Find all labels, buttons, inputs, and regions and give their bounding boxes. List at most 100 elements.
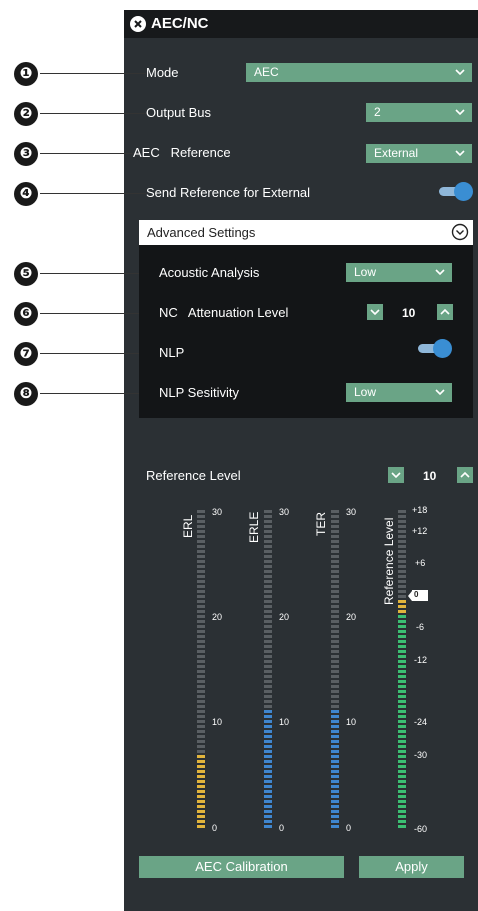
chevron-up-icon — [440, 308, 450, 315]
meter-segment — [398, 745, 406, 748]
reference-tick: +6 — [415, 558, 426, 568]
aec-calibration-button[interactable]: AEC Calibration — [139, 856, 344, 878]
nlp-sensitivity-value: Low — [354, 385, 377, 399]
chevron-down-icon — [455, 109, 465, 116]
meter-segment — [264, 785, 272, 788]
advanced-settings-title: Advanced Settings — [147, 225, 256, 240]
toggle-knob — [433, 339, 452, 358]
meter-segment — [264, 705, 272, 708]
meter-segment — [264, 610, 272, 613]
meter-segment — [398, 695, 406, 698]
nlp-sensitivity-select[interactable]: Low — [346, 383, 452, 402]
meter-segment — [264, 525, 272, 528]
nc-decrease-button[interactable] — [367, 304, 383, 320]
meter-segment — [331, 670, 339, 673]
meter-segment — [264, 520, 272, 523]
meter-segment — [197, 680, 205, 683]
meter-segment — [331, 585, 339, 588]
reference-tick: -24 — [414, 717, 428, 727]
meter-segment — [398, 685, 406, 688]
aec-reference-select[interactable]: External — [366, 144, 472, 163]
meter-segment — [331, 665, 339, 668]
meter-segment — [264, 595, 272, 598]
meter-segment — [264, 615, 272, 618]
leader-line — [40, 113, 146, 114]
reference-tick: -60 — [414, 824, 428, 834]
meter-segment — [398, 815, 406, 818]
meter-segment — [331, 540, 339, 543]
acoustic-analysis-select[interactable]: Low — [346, 263, 452, 282]
meter-segment — [398, 700, 406, 703]
meter-segment — [197, 690, 205, 693]
send-reference-label: Send Reference for External — [146, 185, 311, 200]
meter-segment — [197, 740, 205, 743]
meter-segment — [264, 775, 272, 778]
meter-segment — [264, 750, 272, 753]
meter-segment — [331, 555, 339, 558]
close-icon[interactable] — [130, 16, 146, 32]
meter-segment — [398, 615, 406, 618]
meter-segment — [398, 735, 406, 738]
ter-tick: 20 — [346, 612, 357, 622]
collapse-chevron-icon[interactable] — [451, 223, 469, 241]
meter-segment — [331, 530, 339, 533]
meter-segment — [398, 665, 406, 668]
meter-segment — [398, 755, 406, 758]
mode-select[interactable]: AEC — [246, 63, 472, 82]
meter-segment — [264, 710, 272, 713]
meter-segment — [264, 645, 272, 648]
aec-reference-label: AEC Reference — [133, 145, 231, 160]
meter-segment — [197, 785, 205, 788]
output-bus-select[interactable]: 2 — [366, 103, 472, 122]
meter-segment — [197, 760, 205, 763]
chevron-down-icon — [391, 472, 401, 479]
nc-increase-button[interactable] — [437, 304, 453, 320]
apply-button[interactable]: Apply — [359, 856, 464, 878]
erl-meter-label: ERL — [181, 514, 195, 538]
meter-segment — [331, 525, 339, 528]
meter-segment — [264, 760, 272, 763]
meter-segment — [197, 815, 205, 818]
meter-segment — [331, 520, 339, 523]
meter-segment — [264, 665, 272, 668]
meter-segment — [264, 685, 272, 688]
erle-tick: 10 — [279, 717, 290, 727]
meter-segment — [398, 675, 406, 678]
advanced-settings-header[interactable]: Advanced Settings — [139, 220, 473, 245]
meter-segment — [398, 550, 406, 553]
nlp-toggle[interactable] — [418, 339, 452, 358]
reference-decrease-button[interactable] — [388, 467, 404, 483]
mode-label: Mode — [146, 65, 179, 80]
meter-segment — [197, 550, 205, 553]
meter-segment — [264, 640, 272, 643]
nc-attenuation-value: 10 — [402, 306, 416, 320]
reference-tick: 0 — [414, 590, 419, 599]
meter-segment — [331, 675, 339, 678]
window-title: AEC/NC — [151, 15, 209, 32]
chevron-down-icon — [435, 389, 445, 396]
meter-segment — [264, 725, 272, 728]
erle-tick: 0 — [279, 823, 285, 833]
mode-value: AEC — [254, 65, 279, 79]
meter-segment — [197, 810, 205, 813]
meter-segment — [264, 605, 272, 608]
send-reference-toggle[interactable] — [439, 182, 473, 201]
meter-segment — [398, 630, 406, 633]
reference-level-meter — [398, 510, 406, 830]
reference-tick: -30 — [414, 750, 428, 760]
meter-segment — [264, 690, 272, 693]
meter-segment — [331, 730, 339, 733]
meter-segment — [197, 560, 205, 563]
meter-segment — [331, 720, 339, 723]
chevron-up-icon — [460, 471, 470, 478]
meter-segment — [197, 730, 205, 733]
meter-segment — [197, 755, 205, 758]
meter-segment — [398, 715, 406, 718]
meter-segment — [264, 545, 272, 548]
meter-segment — [398, 580, 406, 583]
meter-segment — [331, 635, 339, 638]
reference-increase-button[interactable] — [457, 467, 473, 483]
meter-segment — [331, 740, 339, 743]
meter-segment — [264, 720, 272, 723]
meter-segment — [264, 745, 272, 748]
